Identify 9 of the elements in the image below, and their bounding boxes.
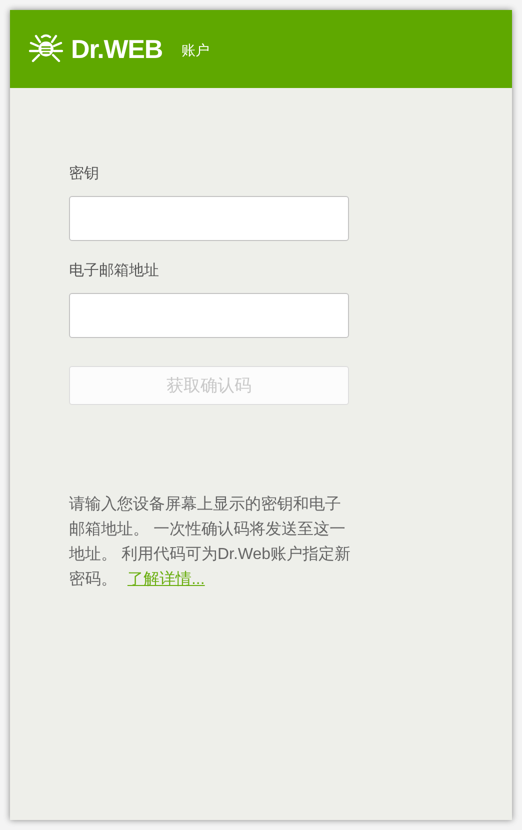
field-label: 密钥: [69, 164, 100, 184]
header-title: 账户: [181, 40, 210, 60]
spider-icon: [28, 33, 64, 65]
field-label: 电子邮箱地址: [69, 261, 160, 281]
input-field[interactable]: [69, 293, 349, 338]
learn-more-link[interactable]: 了解详情...: [127, 571, 205, 588]
info-paragraph: 请输入您设备屏幕上显示的密钥和电子邮箱地址。 一次性确认码将发送至这一地址。 利用代码可为Dr.Web账户指定新密码。 了解详情...: [69, 494, 352, 590]
logo-text: Dr.WEB: [71, 32, 162, 66]
input-field[interactable]: [69, 196, 349, 241]
